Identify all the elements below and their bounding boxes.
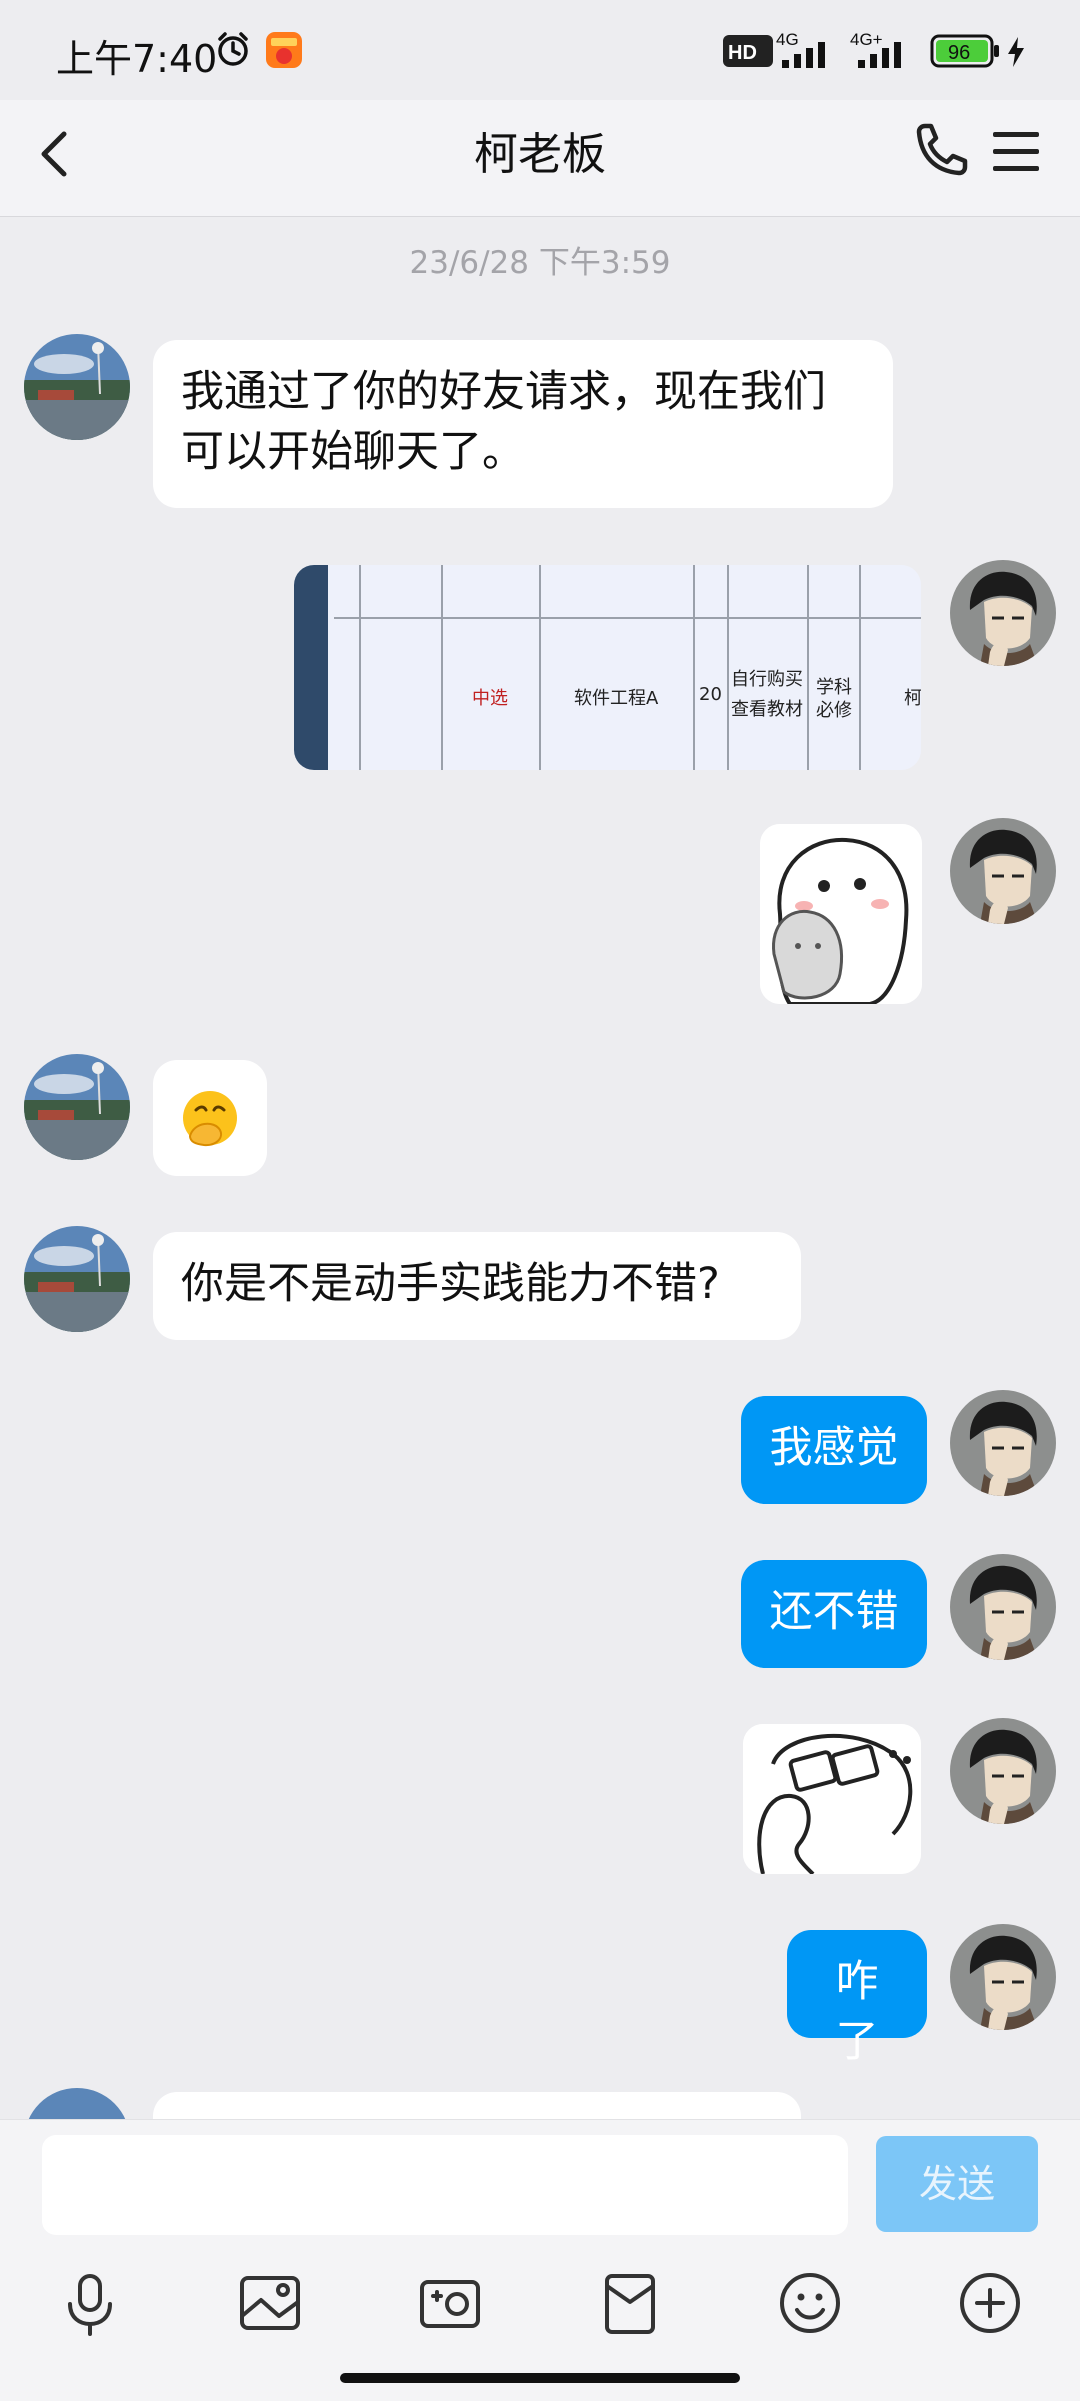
plus-icon[interactable] [955, 2268, 1025, 2338]
contact-avatar[interactable] [24, 1226, 130, 1332]
my-avatar[interactable] [950, 1718, 1056, 1824]
message-bubble[interactable]: 我通过了你的好友请求，现在我们可以开始聊天了。 [153, 340, 893, 508]
emoji-icon[interactable] [775, 2268, 845, 2338]
table-cell: 柯 [904, 688, 921, 709]
my-avatar[interactable] [950, 1924, 1056, 2030]
table-cell: 必修 [816, 700, 852, 721]
my-avatar[interactable] [950, 818, 1056, 924]
phone-icon[interactable] [905, 116, 975, 186]
message-text: 还不错 [769, 1587, 899, 1637]
message-input[interactable] [42, 2135, 848, 2235]
microphone-icon[interactable] [55, 2268, 125, 2338]
message-bubble[interactable]: 还不错 [741, 1560, 927, 1668]
table-cell: 20 [699, 684, 722, 705]
message-text: 我通过了你的好友请求，现在我们可以开始聊天了。 [181, 367, 826, 477]
message-text: 你是不是动手实践能力不错? [181, 1259, 720, 1309]
red-packet-icon[interactable] [595, 2268, 665, 2338]
message-text: 咋了 [835, 1957, 879, 2067]
battery-level: 96 [948, 42, 970, 64]
table-cell: 中选 [472, 688, 508, 709]
message-bubble[interactable]: 咋了 [787, 1930, 927, 2067]
message-bubble[interactable] [153, 1060, 267, 1176]
sticker-message[interactable] [743, 1724, 921, 1874]
image-message[interactable]: 中选 软件工程A 20 自行购买 查看教材 学科 必修 柯 [294, 565, 921, 770]
chat-timestamp: 23/6/28 下午3:59 [409, 245, 671, 281]
table-cell: 软件工程A [574, 688, 659, 709]
battery-icon: 96 [930, 34, 999, 68]
menu-icon[interactable] [985, 116, 1047, 186]
my-avatar[interactable] [950, 1390, 1056, 1496]
camera-icon[interactable] [415, 2268, 485, 2338]
alarm-icon [218, 32, 248, 66]
image-icon[interactable] [235, 2268, 305, 2338]
app-notification-icon [266, 32, 302, 68]
message-text: 我感觉 [769, 1423, 899, 1473]
home-indicator[interactable] [340, 2373, 740, 2383]
hand-over-mouth-emoji-icon [183, 1091, 237, 1147]
contact-avatar[interactable] [24, 334, 130, 440]
message-bubble[interactable]: 我感觉 [741, 1396, 927, 1504]
contact-avatar[interactable] [24, 1054, 130, 1160]
status-bar: 上午7:40 HD 4G 4G+ 96 [0, 0, 1080, 100]
signal-icon-2 [858, 42, 901, 68]
table-cell: 查看教材 [731, 699, 803, 720]
sticker-message[interactable] [760, 824, 922, 1004]
hd-icon: HD [723, 35, 773, 67]
signal-icon-1 [782, 42, 825, 68]
status-time: 上午7:40 [56, 37, 218, 81]
send-button[interactable]: 发送 [876, 2136, 1038, 2232]
hd-label: HD [728, 42, 757, 64]
charging-icon [1008, 37, 1024, 67]
message-bubble[interactable]: 你是不是动手实践能力不错? [153, 1232, 801, 1340]
my-avatar[interactable] [950, 560, 1056, 666]
table-cell: 自行购买 [731, 669, 803, 690]
my-avatar[interactable] [950, 1554, 1056, 1660]
